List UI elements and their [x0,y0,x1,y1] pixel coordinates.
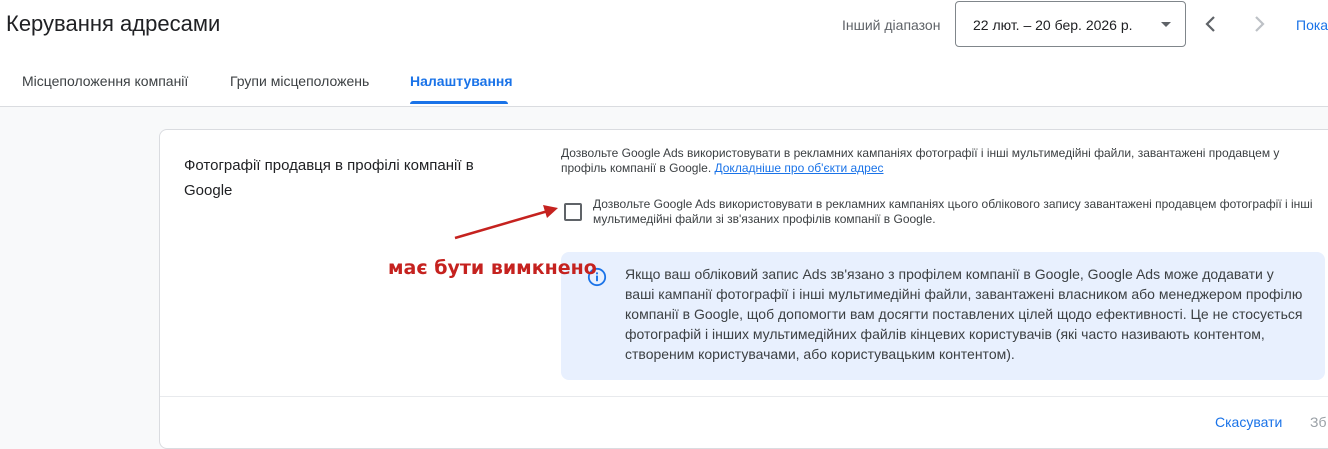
section-title: Фотографії продавця в профілі компанії в… [184,157,474,199]
tab-business-locations[interactable]: Місцеположення компанії [22,73,188,89]
info-text: Якщо ваш обліковий запис Ads зв'язано з … [625,266,1303,362]
chevron-right-icon [1255,16,1265,32]
annotation-text: має бути вимкнено [388,257,597,279]
caret-down-icon [1161,22,1171,27]
cancel-button[interactable]: Скасувати [1215,414,1282,430]
page-title: Керування адресами [6,11,221,36]
checkbox-label: Дозвольте Google Ads використовувати в р… [593,197,1313,226]
next-period-button[interactable] [1244,9,1274,39]
top-bar: Керування адресами Інший діапазон 22 лют… [0,0,1328,107]
date-range-select[interactable]: 22 лют. – 20 бер. 2026 р. [955,1,1186,47]
learn-more-link[interactable]: Докладніше про об'єкти адрес [715,161,884,175]
description-text: Дозвольте Google Ads використовувати в р… [561,146,1280,175]
save-button[interactable]: Зб [1310,414,1326,430]
date-range-value: 22 лют. – 20 бер. 2026 р. [973,17,1133,33]
tab-location-groups[interactable]: Групи місцеположень [230,73,369,89]
date-range-label: Інший діапазон [842,17,941,33]
allow-photos-checkbox[interactable] [564,203,582,221]
previous-period-button[interactable] [1196,9,1226,39]
section-description: Дозвольте Google Ads використовувати в р… [561,146,1301,176]
show-link[interactable]: Пока [1296,17,1328,33]
active-tab-indicator [410,101,508,104]
card-divider [160,396,1328,397]
tab-settings[interactable]: Налаштування [410,73,513,89]
chevron-left-icon [1205,16,1215,32]
